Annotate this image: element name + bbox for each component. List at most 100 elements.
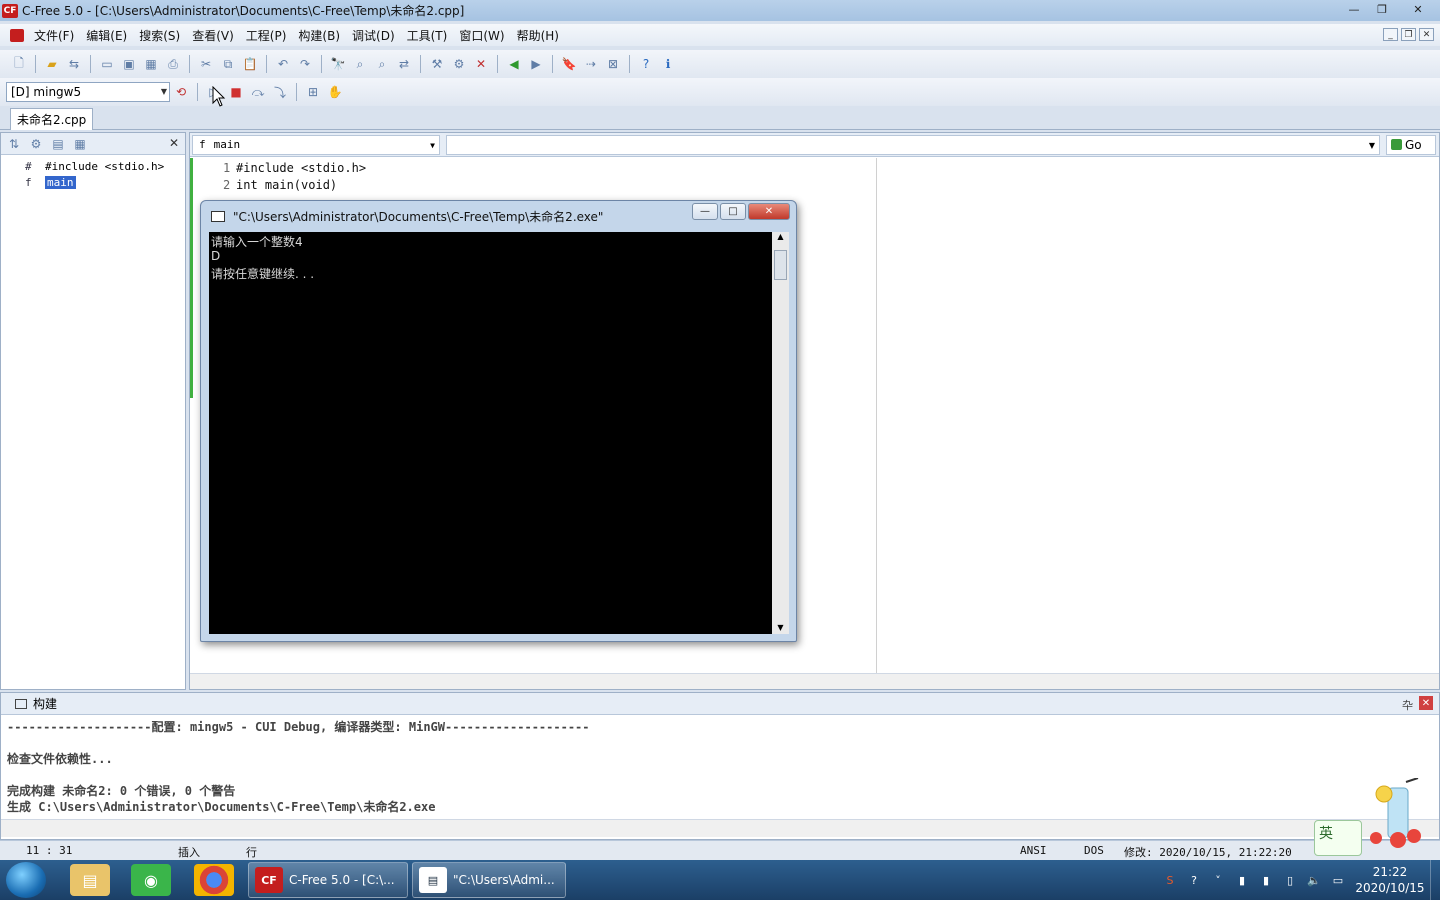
menu-debug[interactable]: 调试(D) [346,27,401,44]
find-prev-icon[interactable]: ⌕ [374,56,390,72]
volume-icon[interactable]: 🔈 [1306,872,1322,888]
tree-item-main[interactable]: f main [1,174,185,190]
undo-icon[interactable]: ↶ [275,56,291,72]
info-icon[interactable]: ℹ [660,56,676,72]
menu-file[interactable]: 文件(F) [28,27,80,44]
document-tabs: 未命名2.cpp [0,106,1440,130]
start-button[interactable] [6,862,46,898]
copy-icon[interactable]: ⧉ [220,56,236,72]
power-icon[interactable]: ▯ [1282,872,1298,888]
step-into-icon[interactable]: ⤵ [272,84,288,100]
console-window-controls: — □ ✕ [692,203,790,220]
filter-icon[interactable]: ⚙ [28,136,44,152]
step-over-icon[interactable]: ⤼ [250,84,266,100]
mdi-minimize-button[interactable]: _ [1383,28,1398,41]
file-explorer-icon[interactable]: ▤ [70,864,110,896]
print-icon[interactable]: ⎙ [165,56,181,72]
menu-edit[interactable]: 编辑(E) [80,27,133,44]
horizontal-scrollbar[interactable] [1,819,1439,837]
close-button[interactable]: ✕ [1396,0,1440,18]
usb-icon[interactable]: ▮ [1258,872,1274,888]
mdi-close-button[interactable]: ✕ [1419,28,1434,41]
config-manager-icon[interactable]: ⟲ [173,84,189,100]
config-select[interactable]: [D] mingw5 ▼ [6,82,170,102]
code-line[interactable]: #include <stdio.h> [236,161,366,175]
mdi-restore-button[interactable]: ❐ [1401,28,1416,41]
bookmark-icon[interactable]: 🔖 [561,56,577,72]
compile-icon[interactable]: ⚒ [429,56,445,72]
build-icon[interactable]: ⚙ [451,56,467,72]
menu-help[interactable]: 帮助(H) [511,27,565,44]
console-scrollbar[interactable]: ▲ ▼ [772,232,789,634]
scroll-thumb[interactable] [774,250,787,280]
stop-icon[interactable]: ■ [228,84,244,100]
console-title-bar[interactable]: "C:\Users\Administrator\Documents\C-Free… [201,201,796,231]
tab-untitled2[interactable]: 未命名2.cpp [10,108,94,130]
sort-icon[interactable]: ⇅ [6,136,22,152]
save-all-icon[interactable]: ▦ [143,56,159,72]
wechat-icon[interactable]: ◉ [131,864,171,896]
document-icon[interactable] [10,28,24,42]
menu-build[interactable]: 构建(B) [292,27,346,44]
close-file-icon[interactable]: ▭ [99,56,115,72]
horizontal-scrollbar[interactable] [190,673,1439,689]
open-folder-icon[interactable]: ▰ [44,56,60,72]
minimize-button[interactable]: — [1340,0,1368,18]
hand-icon[interactable]: ✋ [327,84,343,100]
function-icon: f [25,175,32,189]
taskbar-item-console[interactable]: ▤ "C:\Users\Admi... [412,862,566,898]
window-title: C-Free 5.0 - [C:\Users\Administrator\Doc… [22,4,465,18]
menu-tools[interactable]: 工具(T) [401,27,454,44]
forward-arrow-icon[interactable]: ▶ [528,56,544,72]
function-select[interactable]: f main ▼ [192,134,440,155]
scroll-down-icon[interactable]: ▼ [772,623,789,632]
open-project-icon[interactable]: ⇆ [66,56,82,72]
pin-icon[interactable]: 卆 [1402,697,1413,713]
right-margin-guide [876,158,877,673]
member-select[interactable]: ▼ [446,134,1380,155]
maximize-button[interactable]: ❐ [1368,0,1396,18]
ime-box[interactable]: 英 [1314,820,1362,856]
clear-icon[interactable]: ✕ [473,56,489,72]
close-icon[interactable]: ✕ [169,136,179,150]
taskbar-item-cfree[interactable]: CF C-Free 5.0 - [C:\... [248,862,408,898]
detail-view-icon[interactable]: ▦ [72,136,88,152]
scroll-up-icon[interactable]: ▲ [772,232,789,241]
menu-view[interactable]: 查看(V) [186,27,240,44]
menu-window[interactable]: 窗口(W) [453,27,510,44]
find-icon[interactable]: 🔭 [330,56,346,72]
go-button[interactable]: Go [1386,134,1436,155]
next-bookmark-icon[interactable]: ⇢ [583,56,599,72]
console-output[interactable]: 请输入一个整数4 D 请按任意键继续. . . ▲ ▼ [209,232,789,634]
redo-icon[interactable]: ↷ [297,56,313,72]
menu-project[interactable]: 工程(P) [240,27,293,44]
breakpoint-icon[interactable]: ⊞ [305,84,321,100]
chevron-down-icon[interactable]: ˅ [1210,872,1226,888]
show-desktop-button[interactable] [1430,860,1440,900]
save-icon[interactable]: ▣ [121,56,137,72]
device-icon[interactable]: ▮ [1234,872,1250,888]
clock[interactable]: 21:22 2020/10/15 [1350,864,1430,896]
ime-widget[interactable]: 英 [1314,778,1438,858]
tree-item-include[interactable]: # #include <stdio.h> [1,158,185,174]
console-maximize-button[interactable]: □ [720,203,746,220]
sogou-icon[interactable]: S [1162,872,1178,888]
paste-icon[interactable]: 📋 [242,56,258,72]
menu-search[interactable]: 搜索(S) [133,27,186,44]
replace-icon[interactable]: ⇄ [396,56,412,72]
help-icon[interactable]: ? [638,56,654,72]
clear-bookmark-icon[interactable]: ⊠ [605,56,621,72]
network-icon[interactable]: ▭ [1330,872,1346,888]
encoding: ANSI [1020,844,1047,857]
help-icon[interactable]: ? [1186,872,1202,888]
code-line[interactable]: int main(void) [236,178,337,192]
new-file-icon[interactable]: 🗋 [11,56,27,72]
console-minimize-button[interactable]: — [692,203,718,220]
list-view-icon[interactable]: ▤ [50,136,66,152]
cut-icon[interactable]: ✂ [198,56,214,72]
close-icon[interactable]: ✕ [1419,696,1433,710]
find-next-icon[interactable]: ⌕ [352,56,368,72]
chrome-icon[interactable] [194,864,234,896]
back-arrow-icon[interactable]: ◀ [506,56,522,72]
console-close-button[interactable]: ✕ [748,203,790,220]
